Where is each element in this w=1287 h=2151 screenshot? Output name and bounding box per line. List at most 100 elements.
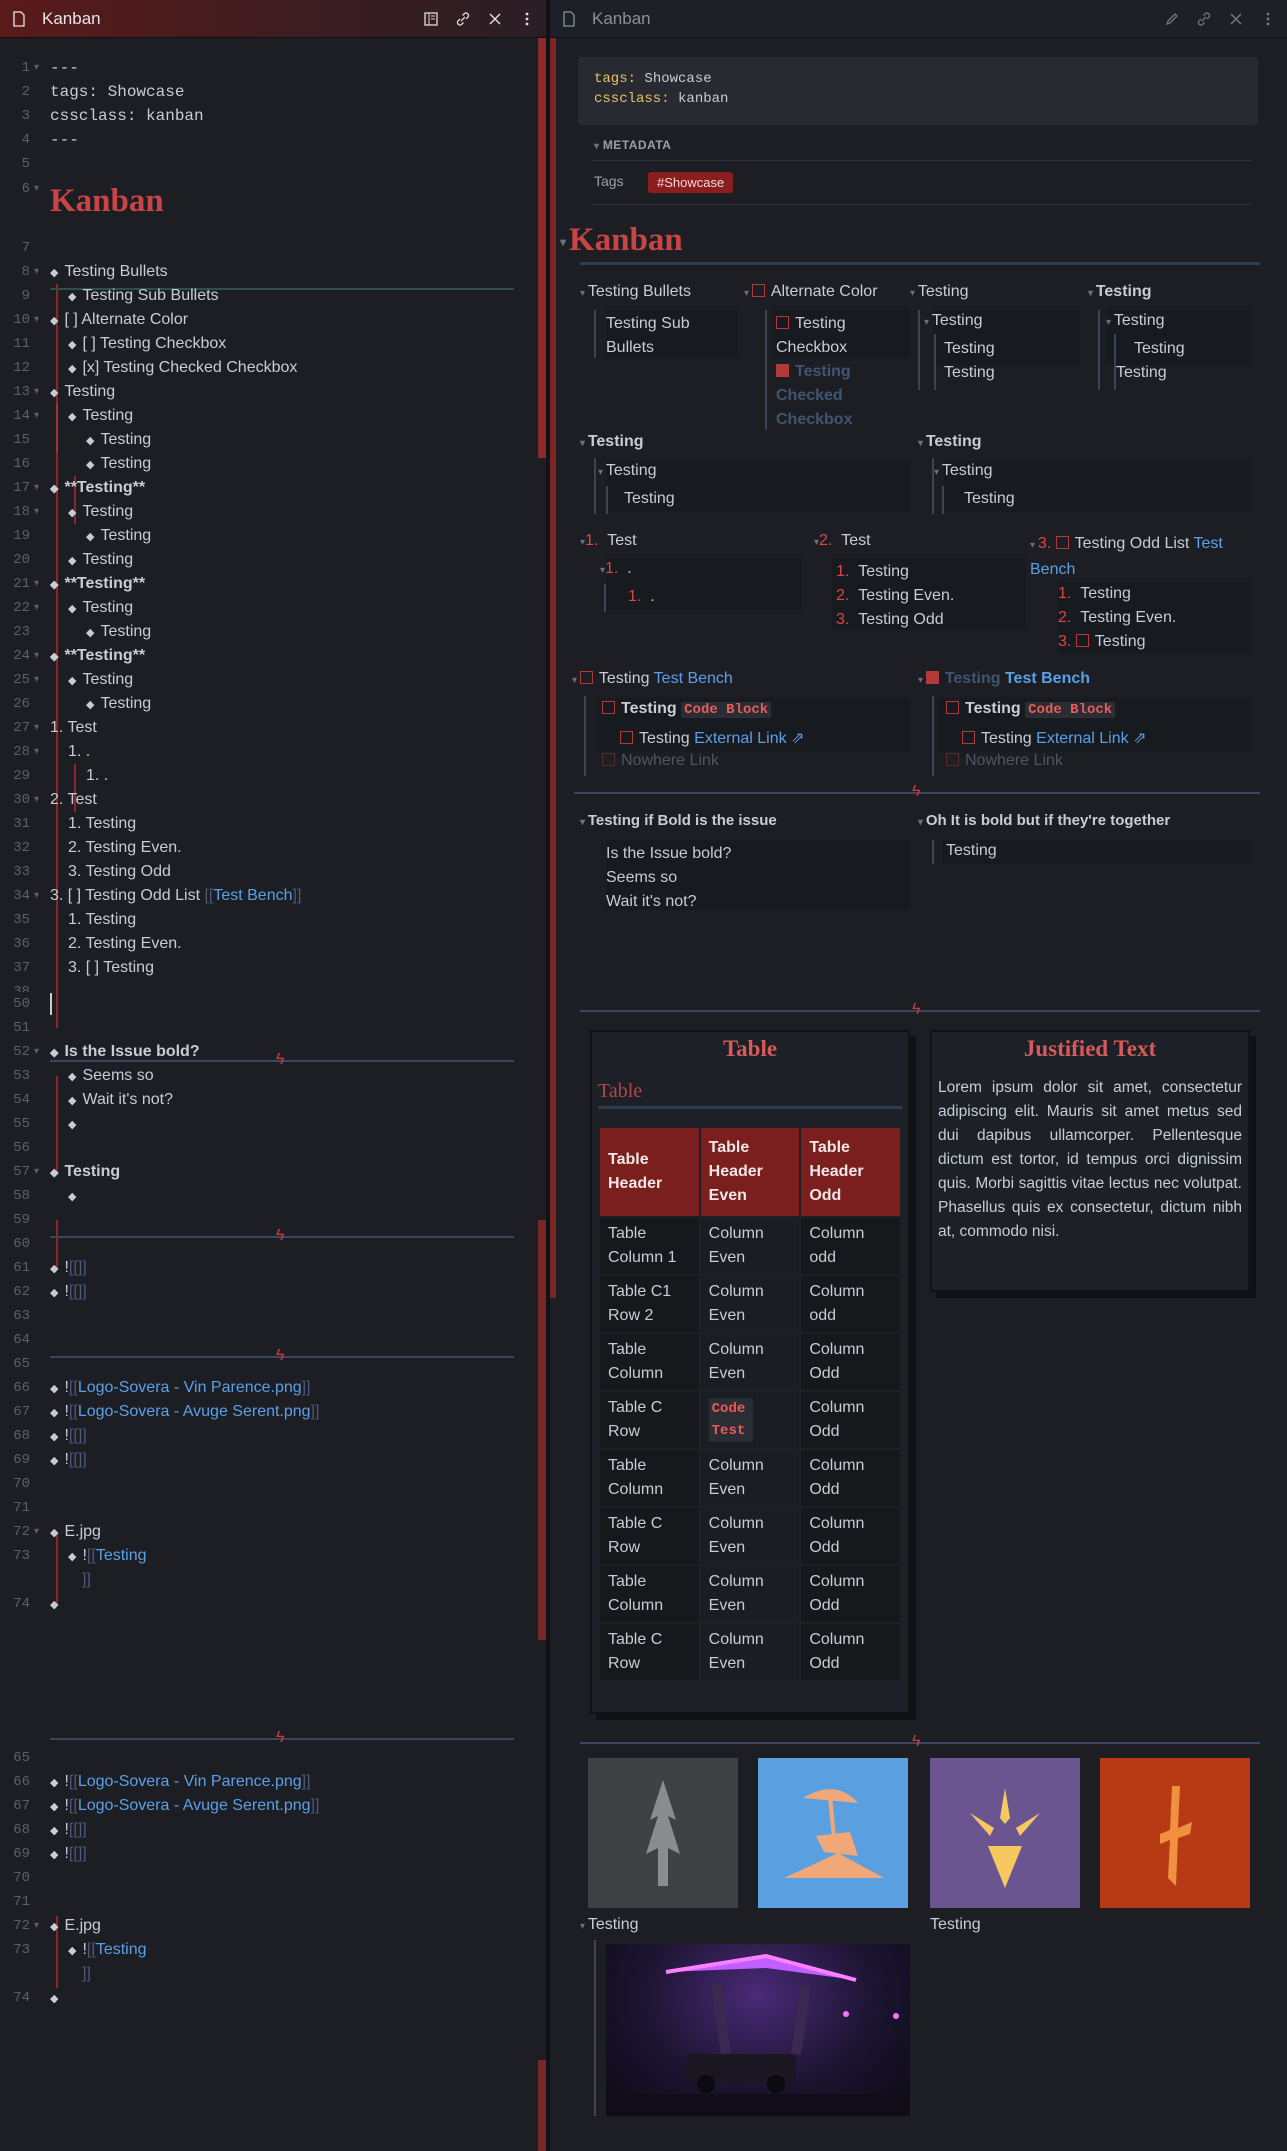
external-link[interactable]: External Link <box>1036 730 1129 747</box>
table-row: Table Column 1 Column Even Column odd <box>598 1216 902 1276</box>
editor-line: 70 <box>13 1870 30 1886</box>
edit-pencil-icon[interactable] <box>1163 10 1181 28</box>
logo-embed-link[interactable]: Logo-Sovera - Vin Parence.png <box>78 1773 302 1790</box>
table-cell: Column Even <box>698 1274 802 1334</box>
nowhere-link[interactable]: Nowhere Link <box>946 752 1063 770</box>
kanban-card: Testing Checkbox <box>776 315 848 356</box>
image-embed-link[interactable]: Testing <box>96 1547 147 1564</box>
kanban-card: ▾ Testing <box>924 312 983 329</box>
table-cell: Column Odd <box>799 1390 902 1450</box>
more-options-icon[interactable] <box>518 10 536 28</box>
kanban-col-testing-2b: ▾ Testing <box>918 433 982 450</box>
test-bench-link[interactable]: Test Bench <box>213 887 292 904</box>
separator-bolt-icon: ϟ <box>912 1733 921 1750</box>
more-options-icon[interactable] <box>1259 10 1277 28</box>
checkbox[interactable] <box>962 731 975 744</box>
close-icon[interactable] <box>1227 10 1245 28</box>
separator-bolt-icon: ϟ <box>276 1347 285 1364</box>
table-row: Table C1 Row 2 Column Even Column odd <box>598 1274 902 1334</box>
kanban-subcard: Testing <box>624 490 675 507</box>
table-cell: Code Test <box>698 1390 802 1450</box>
kanban-card: Testing Code Block <box>602 700 772 718</box>
logo-santa-ange-image <box>758 1758 908 1908</box>
editor-line: 19 ◆ Testing <box>13 527 152 544</box>
kanban-col-bold-issue: ▾ Testing if Bold is the issue <box>580 812 777 829</box>
kanban-subcard: Testing <box>1134 340 1185 357</box>
metadata-header[interactable]: ▾ METADATA <box>594 138 671 152</box>
reading-view-icon[interactable] <box>422 10 440 28</box>
checkbox-checked[interactable] <box>776 364 789 377</box>
external-link[interactable]: External Link <box>694 730 787 747</box>
nowhere-link[interactable]: Nowhere Link <box>602 752 719 770</box>
table-cell: Column Odd <box>799 1448 902 1508</box>
checkbox[interactable] <box>579 671 593 684</box>
editor-line: 57 ▾ ◆ Testing <box>13 1163 121 1180</box>
kanban-col-bold-together: ▾ Oh It is bold but if they're together <box>918 812 1171 829</box>
kanban-subcard: 1. . <box>628 588 655 605</box>
editor-line: 33 3. Testing Odd <box>13 863 171 880</box>
close-icon[interactable] <box>486 10 504 28</box>
editor-line: 59 <box>13 1212 30 1228</box>
editor-scrollbar-thumb[interactable] <box>538 1220 546 1640</box>
checkbox[interactable] <box>620 731 633 744</box>
kanban-col-alternate-color: ▾ Alternate Color <box>744 283 878 300</box>
table-cell: Column Even <box>698 1506 802 1566</box>
checkbox-checked[interactable] <box>925 671 939 684</box>
kanban-subcard: Testing External Link ⇗ <box>962 728 1147 748</box>
editor-line: 65 <box>13 1750 30 1766</box>
link-icon[interactable] <box>454 10 472 28</box>
kanban-card: Testing Sub Bullets <box>606 315 690 356</box>
image-embed-link[interactable]: Testing <box>96 1941 147 1958</box>
checkbox[interactable] <box>751 284 765 297</box>
checkbox[interactable] <box>602 701 615 714</box>
editor-line: 10 ▾ ◆[ ] Alternate Color <box>13 311 189 328</box>
editor-line: 37 3. [ ] Testing <box>13 959 154 976</box>
editor-line: 26 ◆ Testing <box>13 695 152 712</box>
editor-line: 18 ▾ ◆ Testing <box>13 503 134 520</box>
editor-line: 32 2. Testing Even. <box>13 839 182 856</box>
kanban-subcard: Testing External Link ⇗ <box>620 728 805 748</box>
editor-line: 73 ◆ ![[Testing <box>13 1547 147 1564</box>
image-column-label: Testing <box>930 1916 981 1933</box>
checkbox[interactable] <box>776 316 789 329</box>
showcase-tag[interactable]: #Showcase <box>648 172 734 193</box>
checkbox[interactable] <box>602 753 615 766</box>
external-link-icon: ⇗ <box>1128 730 1147 747</box>
editor-line: 20 ◆ Testing <box>13 551 134 568</box>
editor-line: 5 <box>21 156 30 172</box>
link-icon[interactable] <box>1195 10 1213 28</box>
test-bench-link[interactable]: Test Bench <box>654 670 733 687</box>
editor-scrollbar[interactable] <box>538 38 546 458</box>
editor-content[interactable]: 1 ▾ --- 2 tags: Showcase 3 cssclass: kanban … <box>0 56 536 2006</box>
editor-line-cursor[interactable]: 50 <box>0 992 536 1016</box>
editor-line: 36 2. Testing Even. <box>13 935 182 952</box>
checkbox[interactable] <box>946 701 959 714</box>
logo-embed-link[interactable]: Logo-Sovera - Avuge Serent.png <box>78 1797 311 1814</box>
kanban-card: Testing Code Block <box>946 700 1116 718</box>
table-cell: Table C1 Row 2 <box>598 1274 701 1334</box>
editor-line: 29 1. . <box>13 767 109 784</box>
editor-line: 13 ▾ ◆ Testing <box>13 383 116 400</box>
inline-code: Code Test <box>708 1398 753 1442</box>
checkbox[interactable] <box>1075 634 1089 647</box>
checkbox[interactable] <box>1055 536 1069 549</box>
logo-seul-feint-image <box>588 1758 738 1908</box>
editor-line: 71 <box>13 1894 30 1910</box>
editor-line: 54 ◆ Wait it's not? <box>13 1091 173 1108</box>
justified-text-title: Justified Text <box>1023 1036 1157 1061</box>
editor-scrollbar-thumb-lower[interactable] <box>538 2060 546 2151</box>
preview-scroll-indicator[interactable] <box>550 38 556 1298</box>
kanban-card: ▾1. . <box>600 560 632 577</box>
logo-embed-link[interactable]: Logo-Sovera - Vin Parence.png <box>78 1379 302 1396</box>
test-bench-link[interactable]: Test Bench <box>1005 670 1090 687</box>
kanban-col-test-bench-1: ▾ Testing Test Bench <box>572 670 733 687</box>
neon-gas-station-image <box>606 1944 910 2116</box>
kanban-col-testing-bullets: ▾ Testing Bullets <box>580 283 691 300</box>
editor-line: 8 ▾ ◆ Testing Bullets <box>21 263 168 280</box>
checkbox[interactable] <box>946 753 959 766</box>
logo-embed-link[interactable]: Logo-Sovera - Avuge Serent.png <box>78 1403 311 1420</box>
table-cell: Column Even <box>698 1622 802 1682</box>
file-icon <box>10 10 28 28</box>
table-subheading: Table <box>598 1080 643 1102</box>
editor-line: 6 ▾ Kanban <box>0 176 536 236</box>
